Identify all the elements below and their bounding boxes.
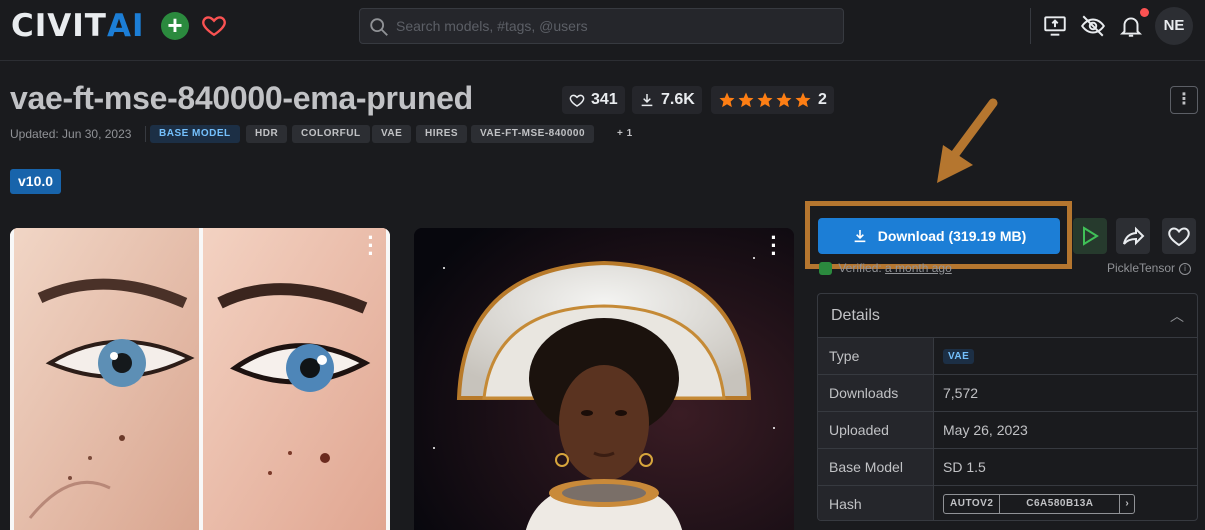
share-arrow-icon [1123,226,1145,246]
details-heading: Details [831,306,880,324]
header-divider [1030,8,1031,44]
download-button[interactable]: Download (319.19 MB) [818,218,1060,254]
hash-type[interactable]: AUTOV2 [944,495,999,513]
more-options-button[interactable]: ⋮ [1170,86,1198,114]
updated-date: Updated: Jun 30, 2023 [10,127,132,141]
civitai-logo[interactable]: CIVIT AI [11,8,145,44]
run-button[interactable] [1073,218,1107,254]
details-row-uploaded: Uploaded May 26, 2023 [818,412,1197,449]
tag-hdr[interactable]: HDR [246,125,288,143]
tag-colorful[interactable]: COLORFUL [292,125,370,143]
highlight-arrow [937,98,998,183]
eyes-comparison-image [10,228,390,530]
play-icon [1083,226,1099,246]
rating-stars [718,91,812,109]
chevron-right-icon[interactable]: › [1119,495,1134,513]
verified-check-icon [819,262,832,276]
astronaut-portrait-image [414,228,794,530]
search-bar[interactable] [359,8,844,44]
star-icon [757,92,773,108]
version-tab[interactable]: v10.0 [10,169,62,194]
eye-off-icon[interactable] [1080,13,1106,39]
notification-dot [1140,8,1149,17]
verified-status: Verified: a month ago [819,261,952,276]
download-button-label: Download (319.19 MB) [877,228,1027,244]
type-badge: VAE [943,348,975,364]
share-button[interactable] [1116,218,1150,254]
image-options-button[interactable]: · · · [362,228,380,265]
tag-base-model[interactable]: BASE MODEL [150,125,240,143]
top-navigation-bar: CIVITAI + NE [0,0,1205,61]
star-icon [795,92,811,108]
details-row-hash: Hash AUTOV2 C6A580B13A › [818,486,1197,520]
star-icon [719,92,735,108]
user-avatar[interactable]: NE [1155,7,1193,45]
verified-by: PickleTensor i [1107,261,1192,275]
likes-count: 341 [591,91,618,108]
details-row-type: Type VAE [818,338,1197,375]
preview-image-astronaut[interactable]: · · · [414,228,794,530]
search-input[interactable] [396,9,836,43]
chevron-up-icon[interactable]: ︿ [1170,306,1184,326]
rating-count: 2 [818,91,827,108]
star-icon [738,92,754,108]
tag-separator [145,126,146,142]
create-plus-icon[interactable]: + [161,12,189,40]
image-options-button[interactable]: · · · [765,228,783,265]
model-title: vae-ft-mse-840000-ema-pruned [10,80,473,116]
downloads-stat: 7.6K [632,86,702,114]
heart-icon[interactable] [201,12,227,38]
tag-hires[interactable]: HIRES [416,125,468,143]
rating-stat[interactable]: 2 [711,86,834,114]
download-icon [854,230,866,243]
monitor-upload-icon[interactable] [1042,13,1068,39]
preview-image-eyes-comparison[interactable]: · · · [10,228,390,530]
bell-icon[interactable] [1118,13,1144,39]
favorite-button[interactable] [1162,218,1196,254]
details-row-downloads: Downloads 7,572 [818,375,1197,412]
download-icon [641,94,653,107]
details-panel: Details ︿ Type VAE Downloads 7,572 Uploa… [817,293,1198,521]
more-tags[interactable]: + 1 [608,125,642,143]
tag-vae[interactable]: VAE [372,125,412,143]
heart-outline-icon [569,94,585,107]
details-header[interactable]: Details ︿ [818,294,1197,338]
downloads-count: 7.6K [661,91,695,108]
details-row-base-model: Base Model SD 1.5 [818,449,1197,486]
heart-icon [1168,227,1190,247]
likes-stat[interactable]: 341 [562,86,625,114]
hash-value[interactable]: C6A580B13A [999,495,1119,513]
author-name[interactable]: PickleTensor [1107,261,1175,275]
tag-vae-ft-mse[interactable]: VAE-FT-MSE-840000 [471,125,595,143]
hash-selector[interactable]: AUTOV2 C6A580B13A › [943,494,1136,514]
search-icon [370,18,388,36]
star-icon [776,92,792,108]
info-icon[interactable]: i [1179,262,1192,275]
verified-date-link[interactable]: a month ago [885,261,952,275]
